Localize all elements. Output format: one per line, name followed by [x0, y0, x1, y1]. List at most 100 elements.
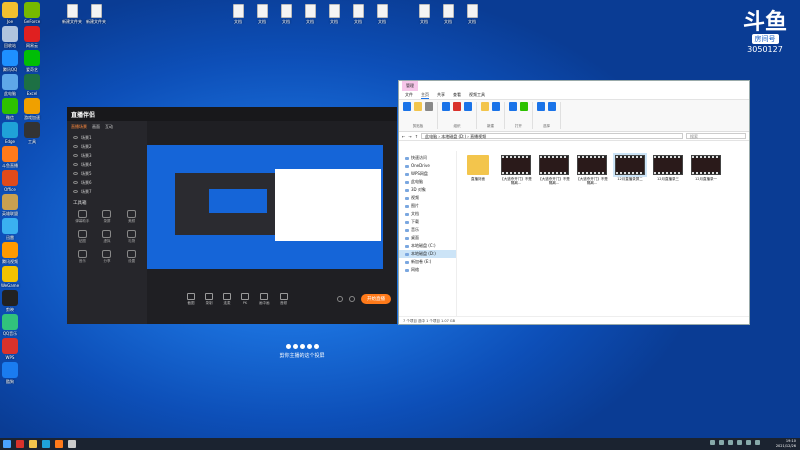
clock[interactable]: 19:10 2021/12/26: [776, 439, 796, 448]
nav-item[interactable]: 音乐: [399, 226, 456, 234]
file-item[interactable]: 【大逃杀开门】不是隔离...: [499, 155, 533, 185]
desktop-file-icon[interactable]: 文档: [436, 4, 460, 24]
taskbar-app-icon[interactable]: [42, 440, 50, 448]
scene-item[interactable]: 场景5: [67, 169, 147, 178]
taskbar-app-icon[interactable]: [55, 440, 63, 448]
nav-item[interactable]: 图片: [399, 202, 456, 210]
eye-icon[interactable]: [73, 154, 78, 157]
ribbon-button-icon[interactable]: [548, 102, 556, 111]
desktop-icon[interactable]: 英雄联盟: [0, 194, 26, 216]
file-item[interactable]: 【大逃杀开门】不是隔离...: [537, 155, 571, 185]
tab-scenes[interactable]: 直播场景: [71, 124, 87, 130]
desktop-file-icon[interactable]: 新建文件夹: [60, 4, 84, 24]
record-button[interactable]: 录制: [205, 292, 213, 306]
nav-item[interactable]: 3D 对象: [399, 186, 456, 194]
mic-icon[interactable]: [337, 296, 343, 302]
eye-icon[interactable]: [73, 136, 78, 139]
taskbar-app-icon[interactable]: [16, 440, 24, 448]
menu-tab[interactable]: 文件: [405, 92, 413, 98]
file-item[interactable]: 12月直播录屏二: [613, 153, 647, 185]
nav-item[interactable]: OneDrive: [399, 162, 456, 170]
tab-interact[interactable]: 互动: [105, 124, 113, 130]
eye-icon[interactable]: [73, 172, 78, 175]
eye-icon[interactable]: [73, 163, 78, 166]
audio-button[interactable]: 音频: [279, 292, 288, 306]
tab-screen[interactable]: 画面: [92, 124, 100, 130]
forward-icon[interactable]: →: [408, 134, 411, 139]
desktop-icon[interactable]: Office: [0, 170, 26, 192]
tool-button[interactable]: 音乐: [71, 250, 94, 264]
ribbon-button-icon[interactable]: [403, 102, 411, 111]
scene-item[interactable]: 场景6: [67, 178, 147, 187]
desktop-file-icon[interactable]: 文档: [412, 4, 436, 24]
pk-button[interactable]: PK: [241, 293, 249, 305]
nav-item[interactable]: 桌面: [399, 234, 456, 242]
eye-icon[interactable]: [73, 190, 78, 193]
desktop-icon[interactable]: 剪映: [0, 290, 26, 312]
nav-item[interactable]: 网络: [399, 266, 456, 274]
scene-item[interactable]: 场景7: [67, 187, 147, 196]
desktop-icon[interactable]: QQ音乐: [0, 314, 26, 336]
desktop-icon[interactable]: 腾讯视频: [0, 242, 26, 264]
desktop-file-icon[interactable]: 文档: [274, 4, 298, 24]
menu-tab[interactable]: 查看: [453, 92, 461, 98]
desktop-file-icon[interactable]: 文档: [346, 4, 370, 24]
go-live-button[interactable]: 开始直播: [361, 294, 391, 304]
desktop-file-icon[interactable]: 文档: [226, 4, 250, 24]
desktop-icon[interactable]: 游戏加速: [16, 98, 48, 120]
tool-button[interactable]: 弹幕助手: [71, 210, 94, 224]
desktop-file-icon[interactable]: 新建文件夹: [84, 4, 108, 24]
ribbon-button-icon[interactable]: [520, 102, 528, 111]
start-icon[interactable]: [3, 440, 11, 448]
nav-item[interactable]: 本地磁盘 (C:): [399, 242, 456, 250]
taskbar-app-icon[interactable]: [29, 440, 37, 448]
scene-item[interactable]: 场景4: [67, 160, 147, 169]
ribbon-button-icon[interactable]: [442, 102, 450, 111]
back-icon[interactable]: ←: [402, 134, 405, 139]
taskbar-app-icon[interactable]: [68, 440, 76, 448]
nav-item[interactable]: 文档: [399, 210, 456, 218]
desktop-file-icon[interactable]: 文档: [298, 4, 322, 24]
menu-tab[interactable]: 主页: [421, 92, 429, 99]
desktop-icon[interactable]: Excel: [16, 74, 48, 96]
desktop-icon[interactable]: 斗鱼直播: [0, 146, 26, 168]
nav-item[interactable]: 下载: [399, 218, 456, 226]
nav-item[interactable]: 此电脑: [399, 178, 456, 186]
link-mic-button[interactable]: 连麦: [223, 292, 231, 306]
tool-button[interactable]: 贴图: [71, 230, 94, 244]
desktop-icon[interactable]: 网易云: [16, 26, 48, 48]
desktop-icon[interactable]: 迅雷: [0, 218, 26, 240]
eye-icon[interactable]: [73, 145, 78, 148]
ribbon-button-icon[interactable]: [481, 102, 489, 111]
tool-button[interactable]: 美颜: [120, 210, 143, 224]
desktop-icon[interactable]: 酷狗: [0, 362, 26, 384]
settings-icon[interactable]: [349, 296, 355, 302]
desktop-icon[interactable]: WeGame: [0, 266, 26, 288]
menu-tab[interactable]: 视频工具: [469, 92, 485, 98]
nav-item[interactable]: 快速访问: [399, 154, 456, 162]
scene-item[interactable]: 场景2: [67, 142, 147, 151]
file-item[interactable]: 12月直播录三: [651, 155, 685, 185]
screenshot-button[interactable]: 截图: [187, 292, 195, 306]
tool-button[interactable]: 虚拟: [96, 230, 119, 244]
pip-button[interactable]: 画中画: [259, 292, 270, 306]
file-item[interactable]: 【大逃杀开门】不是隔离...: [575, 155, 609, 185]
nav-item[interactable]: WPS网盘: [399, 170, 456, 178]
nav-item[interactable]: 本地磁盘 (D:): [399, 250, 456, 258]
up-icon[interactable]: ↑: [415, 134, 418, 139]
ribbon-button-icon[interactable]: [537, 102, 545, 111]
menu-tab[interactable]: 共享: [437, 92, 445, 98]
desktop-file-icon[interactable]: 文档: [250, 4, 274, 24]
ribbon-button-icon[interactable]: [453, 102, 461, 111]
address-input[interactable]: 此电脑 › 本地磁盘 (D:) › 直播视频: [421, 133, 683, 139]
ribbon-button-icon[interactable]: [509, 102, 517, 111]
search-input[interactable]: 搜索: [686, 133, 746, 139]
desktop-icon[interactable]: 爱奇艺: [16, 50, 48, 72]
tool-button[interactable]: 设置: [120, 250, 143, 264]
desktop-file-icon[interactable]: 文档: [322, 4, 346, 24]
tool-button[interactable]: 分享: [96, 250, 119, 264]
context-tab[interactable]: 管理: [402, 81, 418, 91]
ribbon-button-icon[interactable]: [425, 102, 433, 111]
file-item[interactable]: 12月直播录一: [689, 155, 723, 185]
desktop-icon[interactable]: WPS: [0, 338, 26, 360]
